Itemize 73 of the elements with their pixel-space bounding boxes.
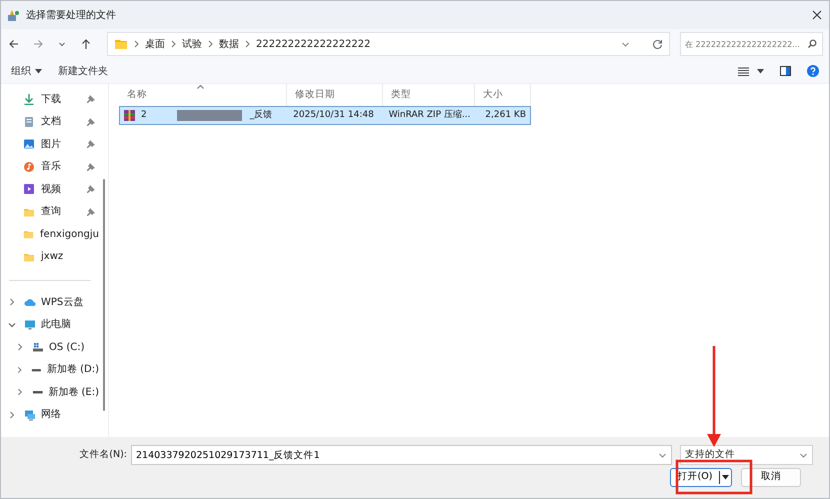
folder-icon bbox=[114, 38, 128, 50]
chevron-right-icon[interactable] bbox=[16, 388, 24, 396]
sidebar-item[interactable]: fenxigongju bbox=[1, 223, 99, 246]
breadcrumb[interactable]: 数据 bbox=[219, 36, 239, 52]
chevron-right-icon[interactable] bbox=[16, 366, 24, 374]
caret-icon bbox=[35, 68, 42, 74]
preview-pane-icon[interactable] bbox=[780, 66, 791, 76]
chevron-icon bbox=[245, 40, 250, 48]
tree-item[interactable]: 网络 bbox=[1, 404, 99, 426]
sidebar-item[interactable]: 音乐 bbox=[1, 156, 99, 178]
network-icon bbox=[24, 408, 36, 421]
video-icon bbox=[23, 183, 35, 196]
sidebar-item[interactable]: 图片 bbox=[1, 133, 99, 156]
sidebar-item[interactable]: 文档 bbox=[1, 110, 99, 133]
breadcrumb[interactable]: 试验 bbox=[182, 36, 202, 52]
dropdown-icon bbox=[658, 451, 667, 460]
search-field[interactable]: 在 2222222222222222222... bbox=[680, 32, 823, 56]
sidebar-item[interactable]: 下载 bbox=[1, 88, 99, 110]
file-type-select[interactable]: 支持的文件 bbox=[680, 445, 813, 465]
chevron-right-icon[interactable] bbox=[8, 298, 16, 306]
chevron-right-icon[interactable] bbox=[8, 410, 16, 419]
address-bar[interactable]: 桌面 试验 数据 222222222222222222 bbox=[107, 32, 670, 56]
file-row[interactable]: 2 _反馈 2025/10/31 14:48 WinRAR ZIP 压缩... 2,261 KB bbox=[119, 106, 531, 125]
tree-item[interactable]: 此电脑 bbox=[1, 314, 99, 336]
scrollbar-thumb[interactable] bbox=[102, 179, 104, 411]
organize-menu[interactable]: 组织 bbox=[11, 64, 42, 78]
download-icon bbox=[23, 93, 35, 106]
new-folder-button[interactable]: 新建文件夹 bbox=[58, 64, 108, 78]
archive-icon bbox=[124, 110, 135, 121]
list-view-icon bbox=[738, 66, 749, 76]
cloud-icon bbox=[24, 296, 36, 308]
chevron-right-icon[interactable] bbox=[16, 343, 24, 352]
redaction-mark bbox=[176, 110, 242, 121]
caret-icon bbox=[722, 475, 729, 480]
sort-caret-icon bbox=[197, 85, 204, 89]
view-menu[interactable] bbox=[738, 66, 764, 76]
document-icon bbox=[23, 116, 35, 128]
computer-icon bbox=[24, 318, 36, 331]
file-size: 2,261 KB bbox=[484, 108, 527, 122]
file-type: WinRAR ZIP 压缩... bbox=[388, 108, 472, 122]
chevron-icon bbox=[171, 40, 176, 48]
app-icon bbox=[7, 8, 20, 22]
file-name[interactable]: 2 bbox=[135, 108, 147, 122]
dropdown-icon bbox=[799, 450, 808, 460]
caret-icon bbox=[757, 68, 764, 74]
chevron-icon bbox=[134, 40, 139, 48]
close-icon[interactable] bbox=[811, 9, 823, 21]
sidebar-item[interactable]: jxwz bbox=[1, 246, 99, 268]
folder-icon bbox=[23, 228, 34, 240]
sidebar-item[interactable]: 视频 bbox=[1, 178, 99, 200]
dropdown-icon[interactable] bbox=[621, 40, 630, 48]
refresh-icon[interactable] bbox=[652, 38, 663, 50]
tree-item[interactable]: OS (C:) bbox=[1, 336, 99, 358]
cancel-button[interactable]: 取消 bbox=[741, 468, 801, 487]
open-button[interactable]: 打开(O) bbox=[670, 468, 732, 487]
window-title: 选择需要处理的文件 bbox=[26, 8, 117, 22]
tree-item[interactable]: WPS云盘 bbox=[1, 291, 99, 314]
file-date: 2025/10/31 14:48 bbox=[292, 108, 375, 122]
help-icon[interactable] bbox=[807, 65, 819, 77]
filename-label: 文件名(N): bbox=[78, 448, 128, 462]
picture-icon bbox=[23, 138, 35, 150]
tree-item[interactable]: 新加卷 (E:) bbox=[1, 381, 99, 404]
search-icon bbox=[807, 39, 817, 49]
chevron-icon bbox=[208, 40, 213, 48]
filename-field[interactable]: 2140337920251029173711_反馈文件1 bbox=[131, 445, 672, 465]
tree-item[interactable]: 新加卷 (D:) bbox=[1, 358, 99, 381]
file-name[interactable]: _反馈 bbox=[250, 108, 272, 122]
drive-icon bbox=[32, 341, 44, 354]
chevron-down-icon[interactable] bbox=[8, 320, 16, 329]
breadcrumb[interactable]: 222222222222222222 bbox=[256, 36, 371, 52]
music-icon bbox=[23, 160, 35, 173]
sidebar-item[interactable]: 查询 bbox=[1, 200, 99, 223]
breadcrumb[interactable]: 桌面 bbox=[145, 36, 165, 52]
